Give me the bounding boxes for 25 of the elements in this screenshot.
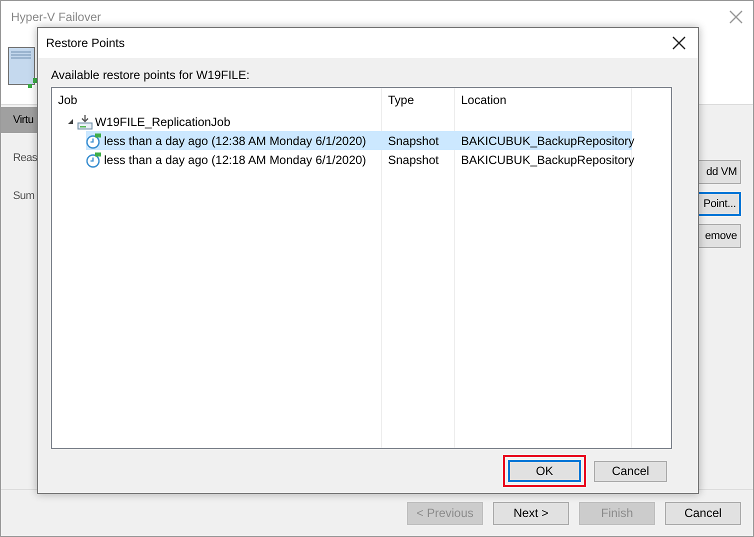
tree-row[interactable]: less than a day ago (12:18 AM Monday 6/1/2020) Snapshot BAKICUBUK_BackupRepository <box>86 150 632 169</box>
close-icon[interactable] <box>672 36 686 50</box>
expand-icon[interactable] <box>67 118 74 125</box>
dialog-button[interactable]: OK <box>508 460 581 482</box>
column-header[interactable]: Job <box>52 93 382 107</box>
clock-flag-icon <box>86 132 102 148</box>
tree-row[interactable]: W19FILE_ReplicationJob <box>77 112 632 131</box>
window-title: Hyper-V Failover <box>11 10 102 24</box>
list-prompt: Available restore points for W19FILE: <box>51 68 251 82</box>
wizard-button[interactable]: Cancel <box>665 502 741 524</box>
dialog-title: Restore Points <box>46 36 125 50</box>
job-name: less than a day ago (12:18 AM Monday 6/1/2020) <box>104 152 366 166</box>
location-cell-text: BAKICUBUK_BackupRepository <box>460 152 632 166</box>
column-header[interactable]: Location <box>455 93 632 107</box>
clock-flag-icon <box>86 152 102 168</box>
wizard-button[interactable]: Next > <box>493 502 569 524</box>
dialog-button[interactable]: Cancel <box>594 460 667 482</box>
type-cell-text: Snapshot <box>387 134 440 148</box>
column-header[interactable]: Type <box>382 93 455 107</box>
job-name: less than a day ago (12:38 AM Monday 6/1/2020) <box>104 134 366 148</box>
job-name: W19FILE_ReplicationJob <box>95 114 230 128</box>
type-cell-text: Snapshot <box>387 152 440 166</box>
location-cell-text: BAKICUBUK_BackupRepository <box>460 134 632 148</box>
server-icon <box>77 114 93 130</box>
tree-row[interactable]: less than a day ago (12:38 AM Monday 6/1/2020) Snapshot BAKICUBUK_BackupRepository <box>86 131 632 150</box>
